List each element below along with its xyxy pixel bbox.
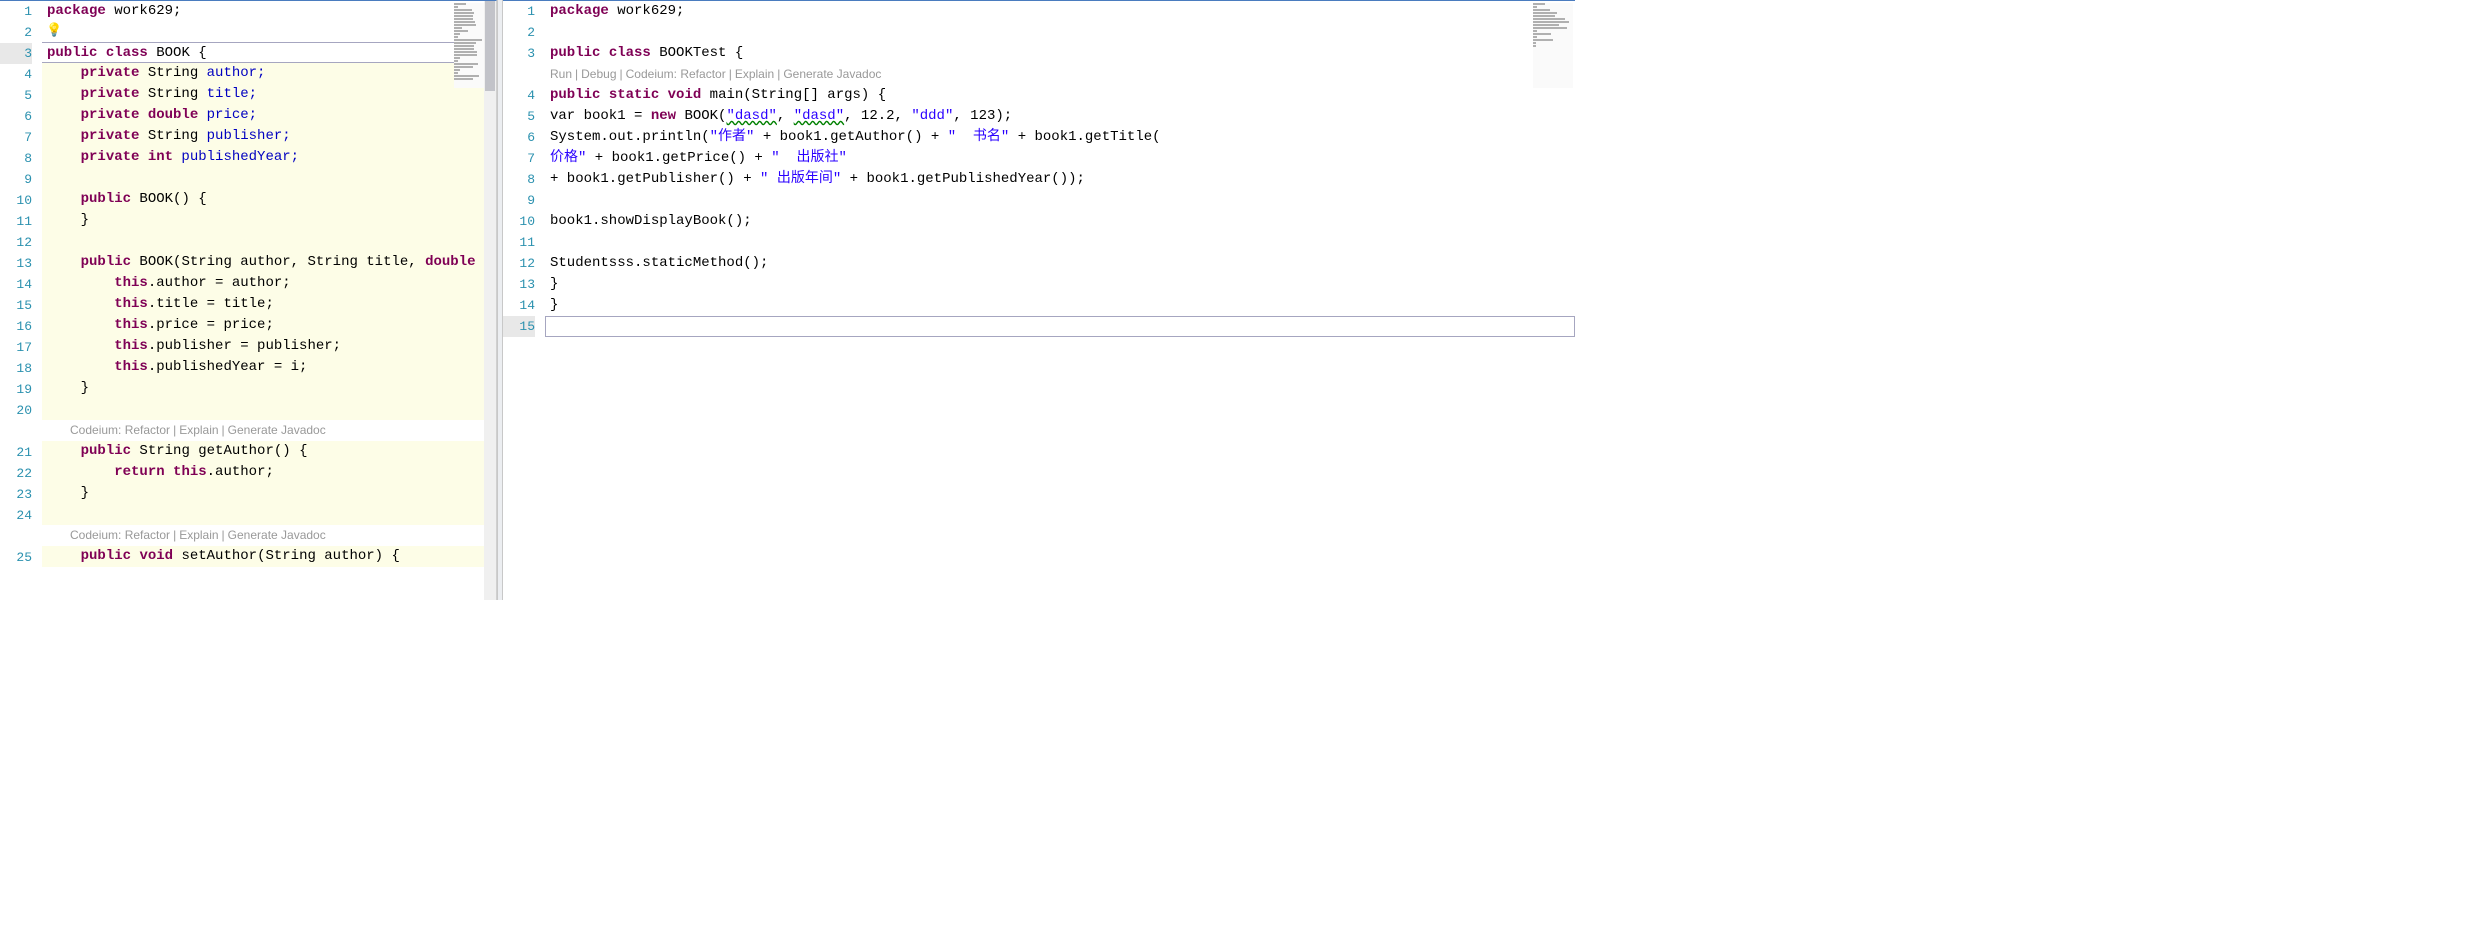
code-line: Studentsss.staticMethod(); [545, 253, 1575, 274]
code-line: this.publisher = publisher; [42, 336, 496, 357]
codelens-refactor[interactable]: Refactor [680, 67, 725, 81]
codelens-run[interactable]: Run [550, 67, 572, 81]
code-line: } [42, 483, 496, 504]
code-line: public void setAuthor(String author) { [42, 546, 496, 567]
code-line: public String getAuthor() { [42, 441, 496, 462]
codelens: Codeium: Refactor|Explain|Generate Javad… [42, 525, 496, 546]
code-line: var book1 = new BOOK("dasd", "dasd", 12.… [545, 106, 1575, 127]
code-line: book1.showDisplayBook(); [545, 211, 1575, 232]
code-area-right[interactable]: package work629; public class BOOKTest {… [545, 1, 1575, 600]
codelens-javadoc[interactable]: Generate Javadoc [783, 67, 881, 81]
codelens-explain[interactable]: Explain [179, 423, 218, 437]
code-line [545, 232, 1575, 253]
editor-pane-right: 1 2 3 4 5 6 7 8 9 10 11 12 13 14 15 pack… [503, 0, 1575, 600]
code-line: public BOOK() { [42, 189, 496, 210]
code-line: } [545, 295, 1575, 316]
codelens-javadoc[interactable]: Generate Javadoc [228, 423, 326, 437]
code-line: return this.author; [42, 462, 496, 483]
codelens-javadoc[interactable]: Generate Javadoc [228, 528, 326, 542]
codelens: Run|Debug|Codeium: Refactor|Explain|Gene… [545, 64, 1575, 85]
code-line: this.title = title; [42, 294, 496, 315]
editor-left[interactable]: 1 2 3 4 5 6 7 8 9 10 11 12 13 14 15 16 1… [0, 1, 496, 600]
code-line: } [42, 378, 496, 399]
editor-right[interactable]: 1 2 3 4 5 6 7 8 9 10 11 12 13 14 15 pack… [503, 1, 1575, 600]
code-line: } [545, 274, 1575, 295]
code-line [42, 231, 496, 252]
code-line [545, 22, 1575, 43]
code-line-active: public class BOOK { [42, 42, 496, 63]
scrollbar-vertical-left[interactable] [484, 1, 496, 600]
gutter-left: 1 2 3 4 5 6 7 8 9 10 11 12 13 14 15 16 1… [0, 1, 42, 600]
code-area-left[interactable]: 💡 package work629; public class BOOK { p… [42, 1, 496, 600]
code-line-active [545, 316, 1575, 337]
code-line: public static void main(String[] args) { [545, 85, 1575, 106]
code-line: this.publishedYear = i; [42, 357, 496, 378]
codelens: Codeium: Refactor|Explain|Generate Javad… [42, 420, 496, 441]
minimap-right[interactable] [1533, 3, 1573, 88]
code-line: private int publishedYear; [42, 147, 496, 168]
code-line: package work629; [42, 1, 496, 22]
code-line: System.out.println("作者" + book1.getAutho… [545, 127, 1575, 148]
code-line: } [42, 210, 496, 231]
code-line [42, 399, 496, 420]
code-line [42, 168, 496, 189]
codelens-explain[interactable]: Explain [735, 67, 774, 81]
code-line: public BOOK(String author, String title,… [42, 252, 496, 273]
code-line: this.price = price; [42, 315, 496, 336]
codelens-refactor[interactable]: Refactor [125, 528, 170, 542]
editor-pane-left: 1 2 3 4 5 6 7 8 9 10 11 12 13 14 15 16 1… [0, 0, 497, 600]
code-line: private String title; [42, 84, 496, 105]
code-line: this.author = author; [42, 273, 496, 294]
code-line [545, 190, 1575, 211]
code-line: public class BOOKTest { [545, 43, 1575, 64]
code-line [42, 22, 496, 43]
code-line: package work629; [545, 1, 1575, 22]
scroll-thumb[interactable] [485, 1, 495, 91]
code-line: private String author; [42, 63, 496, 84]
gutter-right: 1 2 3 4 5 6 7 8 9 10 11 12 13 14 15 [503, 1, 545, 600]
code-line: 价格" + book1.getPrice() + " 出版社" [545, 148, 1575, 169]
code-line: private String publisher; [42, 126, 496, 147]
code-line: private double price; [42, 105, 496, 126]
code-line: + book1.getPublisher() + " 出版年间" + book1… [545, 169, 1575, 190]
code-line [42, 504, 496, 525]
codelens-debug[interactable]: Debug [581, 67, 616, 81]
codelens-explain[interactable]: Explain [179, 528, 218, 542]
codelens-refactor[interactable]: Refactor [125, 423, 170, 437]
